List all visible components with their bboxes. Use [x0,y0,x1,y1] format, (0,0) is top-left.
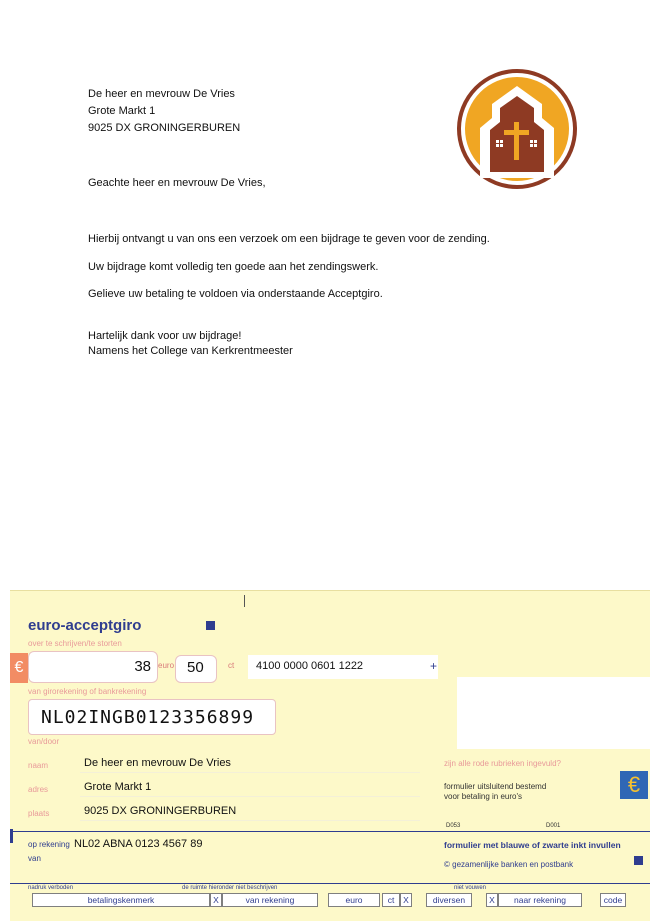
footer-mid: de ruimte hieronder niet beschrijven [182,885,278,891]
euro-only-line: voor betaling in euro's [444,792,523,801]
reference-field[interactable]: 4100 0000 0601 1222 [248,655,438,679]
edge-mark [10,829,13,843]
address-line: Grote Markt 1 [88,105,156,117]
check-question: zijn alle rode rubrieken ingevuld? [444,759,561,768]
body-paragraph: Uw bijdrage komt volledig ten goede aan … [88,261,379,273]
salutation: Geachte heer en mevrouw De Vries, [88,177,266,189]
reference-value: 4100 0000 0601 1222 [256,660,364,672]
closing-line: Namens het College van Kerkrentmeester [88,345,293,357]
cell-x: X [400,893,412,907]
footer-right: niet vouwen [454,885,487,891]
amount-ct-field[interactable]: 50 [175,655,217,683]
cell-ct: ct [382,893,400,907]
ink-note: formulier met blauwe of zwarte inkt invu… [444,840,621,850]
body-paragraph: Gelieve uw betaling te voldoen via onder… [88,288,383,300]
code-d001: D001 [546,823,561,829]
signature-field[interactable] [457,677,650,749]
church-logo-icon [457,69,577,189]
address-field[interactable]: Grote Markt 1 [84,781,151,793]
city-field[interactable]: 9025 DX GRONINGERBUREN [84,805,236,817]
footer-left: nadruk verboden [28,885,74,891]
body-paragraph: Hierbij ontvangt u van ons een verzoek o… [88,233,490,245]
recipient-address: De heer en mevrouw De Vries Grote Markt … [88,86,240,137]
city-label: plaats [28,809,50,818]
divider [10,831,650,832]
code-d053: D053 [446,823,461,829]
iban-value: NL02INGB0123356899 [41,707,255,728]
cell-code: code [600,893,626,907]
closing-line: Hartelijk dank voor uw bijdrage! [88,330,242,342]
letter: De heer en mevrouw De Vries Grote Markt … [0,0,650,590]
acceptgiro-form: euro-acceptgiro over te schrijven/te sto… [10,590,650,921]
address-label: adres [28,785,49,794]
cell-x: X [486,893,498,907]
cell-misc: diversen [426,893,472,907]
plus-sign: + [430,659,438,673]
from-label: van [28,854,41,863]
iban-field[interactable]: NL02INGB0123356899 [28,699,276,735]
amount-euro-field[interactable]: 38 [28,651,158,683]
code-row: betalingskenmerk X van rekening euro ct … [10,893,650,907]
name-line [80,772,420,773]
cell-payment-ref: betalingskenmerk [32,893,210,907]
euro-tab-icon: € [10,653,28,683]
amount-ct-value: 50 [187,659,204,676]
name-label: naam [28,761,49,770]
giro-title: euro-acceptgiro [28,617,142,634]
page: De heer en mevrouw De Vries Grote Markt … [0,0,650,921]
amount-euro-value: 38 [134,658,151,675]
tear-mark [244,595,245,607]
divider-bottom [10,883,650,884]
corner-square [634,856,643,865]
vandoor-label: van/door [28,737,60,746]
cell-euro: euro [328,893,380,907]
cell-to-account: naar rekening [498,893,582,907]
euro-label: euro [158,661,175,670]
ct-label: ct [228,661,235,670]
transfer-label: over te schrijven/te storten [28,639,122,648]
address-line-rule [80,796,420,797]
cell-x: X [210,893,222,907]
title-square [206,621,215,630]
to-account-label: op rekening [28,840,70,849]
address-line: 9025 DX GRONINGERBUREN [88,122,241,134]
euro-logo-icon: € [620,771,648,799]
account-label: van girorekening of bankrekening [28,687,147,696]
cell-from-account: van rekening [222,893,318,907]
name-field[interactable]: De heer en mevrouw De Vries [84,757,231,769]
address-line: De heer en mevrouw De Vries [88,88,235,100]
copyright: © gezamenlijke banken en postbank [444,860,574,869]
euro-only-line: formulier uitsluitend bestemd [444,782,547,791]
city-line [80,820,420,821]
to-account-value: NL02 ABNA 0123 4567 89 [74,838,203,850]
